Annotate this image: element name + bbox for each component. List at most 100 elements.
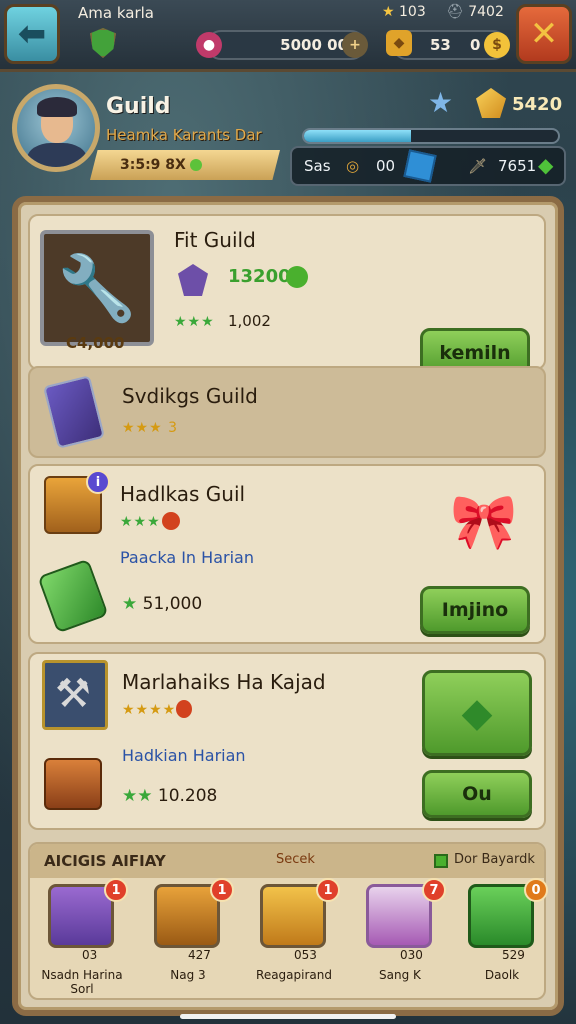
stat-a-value: 103 xyxy=(399,4,426,20)
stat-a: ★ 103 xyxy=(382,4,426,20)
shelf-header: AICIGIS AIFIAY Secek Dor Bayardk xyxy=(30,844,544,878)
coin-amount: 0 xyxy=(470,36,481,54)
item-count: 529 xyxy=(502,948,525,962)
stat-b-value: 7402 xyxy=(468,4,504,20)
avatar[interactable] xyxy=(12,84,100,172)
level-text: 3:5:9 8X xyxy=(120,157,186,173)
plus-icon[interactable]: + xyxy=(342,32,368,58)
item-caption: Daolk xyxy=(484,968,520,982)
coin-ring-icon: ◎ xyxy=(346,157,360,175)
star-icon: ★ xyxy=(382,4,395,20)
guild-subtitle: Heamka Karants Dar xyxy=(106,126,262,144)
wooden-chest-icon xyxy=(44,758,102,810)
wrench-icon: 🔧 xyxy=(40,230,154,346)
helmet-icon: ⛑ xyxy=(446,4,464,20)
amount-value: 51,000 xyxy=(142,594,203,614)
guild-card-3[interactable]: i Hadlkas Guil ★★★ Paacka In Harian ★ 51… xyxy=(28,464,546,644)
x-icon: ✕ xyxy=(529,14,559,54)
card-subtitle: Paacka In Harian xyxy=(120,548,254,567)
shelf-heading: AICIGIS AIFIAY xyxy=(44,852,166,870)
arrow-left-icon: ⬅ xyxy=(17,14,47,54)
item-caption: Nag 3 xyxy=(170,968,206,982)
strip-label: Sas xyxy=(304,157,331,175)
collect-gem-button[interactable]: ◆ xyxy=(422,670,532,756)
top-bar: ⬅ Ama karla ★ 103 ⛑ 7402 5000 00 ● + 53 … xyxy=(0,0,576,72)
stat-strip: Sas ◎ 00 🗡 7651 ◆ xyxy=(290,146,566,186)
green-star-icon: ★ xyxy=(122,594,138,614)
card-title: Fit Guild xyxy=(174,228,256,252)
item-count: 053 xyxy=(294,948,317,962)
amount: ★ 51,000 xyxy=(122,594,202,614)
item-count: 030 xyxy=(400,948,423,962)
item-caption: Reagapirand xyxy=(256,968,332,982)
green-gem-icon: ◆ xyxy=(538,153,554,177)
strip-amount-a: 00 xyxy=(376,157,396,175)
hammer-icon: ⚒ xyxy=(42,660,108,730)
check-icon xyxy=(434,854,448,868)
spellbook-icon xyxy=(42,375,106,449)
rating-stars: ★★★ 3 xyxy=(122,420,178,436)
reward-shelf: AICIGIS AIFIAY Secek Dor Bayardk 1 03 Ns… xyxy=(28,842,548,1000)
item-caption: Nsadn Harina Sorl xyxy=(41,968,123,996)
shield-amount: 53 xyxy=(430,36,451,54)
item-count: 427 xyxy=(188,948,211,962)
green-gem-icon: ◆ xyxy=(461,690,493,736)
sword-icon: 🗡 xyxy=(468,157,488,175)
reward-amount: 13200 xyxy=(228,266,291,287)
shelf-item[interactable]: 7 030 Sang K xyxy=(360,878,446,994)
rating-stars: ★★★★ xyxy=(122,702,177,718)
rating-stars: ★★★ xyxy=(174,314,215,330)
gold-amount: 5420 xyxy=(512,94,563,115)
card-title: Svdikgs Guild xyxy=(122,384,258,408)
coin-icon: $ xyxy=(484,32,510,58)
potion-icon: ● xyxy=(196,32,222,58)
xp-bar xyxy=(302,128,560,144)
green-scroll-icon xyxy=(37,558,109,634)
rating-stars: ★★★ xyxy=(120,514,161,530)
guild-card-2[interactable]: Svdikgs Guild ★★★ 3 xyxy=(28,366,546,458)
card-title: Marlahaiks Ha Kajad xyxy=(122,670,326,694)
ok-button[interactable]: Ou xyxy=(422,770,532,818)
level-plate: 3:5:9 8X xyxy=(90,150,280,180)
amount-value: 10.208 xyxy=(157,786,218,806)
amount: ★★ 10.208 xyxy=(122,786,217,806)
strip-amount-b: 7651 xyxy=(498,157,537,175)
stat-b: ⛑ 7402 xyxy=(446,4,504,20)
guild-card-4[interactable]: ⚒ Marlahaiks Ha Kajad ★★★★ Hadkian Haria… xyxy=(28,652,546,830)
shelf-item[interactable]: 1 427 Nag 3 xyxy=(148,878,234,994)
join-button[interactable]: Imjino xyxy=(420,586,530,634)
shield-icon xyxy=(90,28,116,58)
red-gem-icon xyxy=(162,512,180,530)
member-count: 1,002 xyxy=(228,312,271,330)
green-orb-icon xyxy=(286,266,308,288)
avatar-hair xyxy=(37,97,77,117)
blue-cube-icon xyxy=(403,149,437,183)
info-badge-icon: i xyxy=(86,470,110,494)
xp-fill xyxy=(304,130,411,142)
count-badge: 1 xyxy=(210,878,234,902)
shelf-item[interactable]: 1 053 Reagapirand xyxy=(254,878,340,994)
shelf-right-label: Dor Bayardk xyxy=(454,852,535,867)
shelf-item[interactable]: 0 529 Daolk xyxy=(462,878,548,994)
count-badge: 1 xyxy=(316,878,340,902)
item-count: 03 xyxy=(82,948,98,962)
card-subtitle: Hadkian Harian xyxy=(122,746,246,765)
back-button[interactable]: ⬅ xyxy=(4,4,60,64)
home-indicator[interactable] xyxy=(180,1014,396,1019)
page-title: Guild xyxy=(106,94,171,119)
card-title: Hadlkas Guil xyxy=(120,482,246,506)
item-price: C4,000 xyxy=(66,334,125,352)
count-badge: 7 xyxy=(422,878,446,902)
close-button[interactable]: ✕ xyxy=(516,4,572,64)
guild-card-1[interactable]: 🔧 C4,000 Fit Guild 13200 ★★★ 1,002 kemil… xyxy=(28,214,546,378)
rank-star-icon: ★ xyxy=(428,86,454,119)
shelf-item[interactable]: 1 03 Nsadn Harina Sorl xyxy=(41,878,128,996)
gift-ribbon-icon: 🎀 xyxy=(450,490,518,553)
badge-shield-icon: ◆ xyxy=(386,30,412,56)
count-badge: 1 xyxy=(104,878,128,902)
rating-suffix: 3 xyxy=(168,420,179,436)
shelf-mid-label: Secek xyxy=(276,852,315,867)
green-star-icon: ★★ xyxy=(122,786,153,806)
red-gem-icon xyxy=(176,700,192,718)
potion-amount: 5000 00 xyxy=(280,36,348,54)
